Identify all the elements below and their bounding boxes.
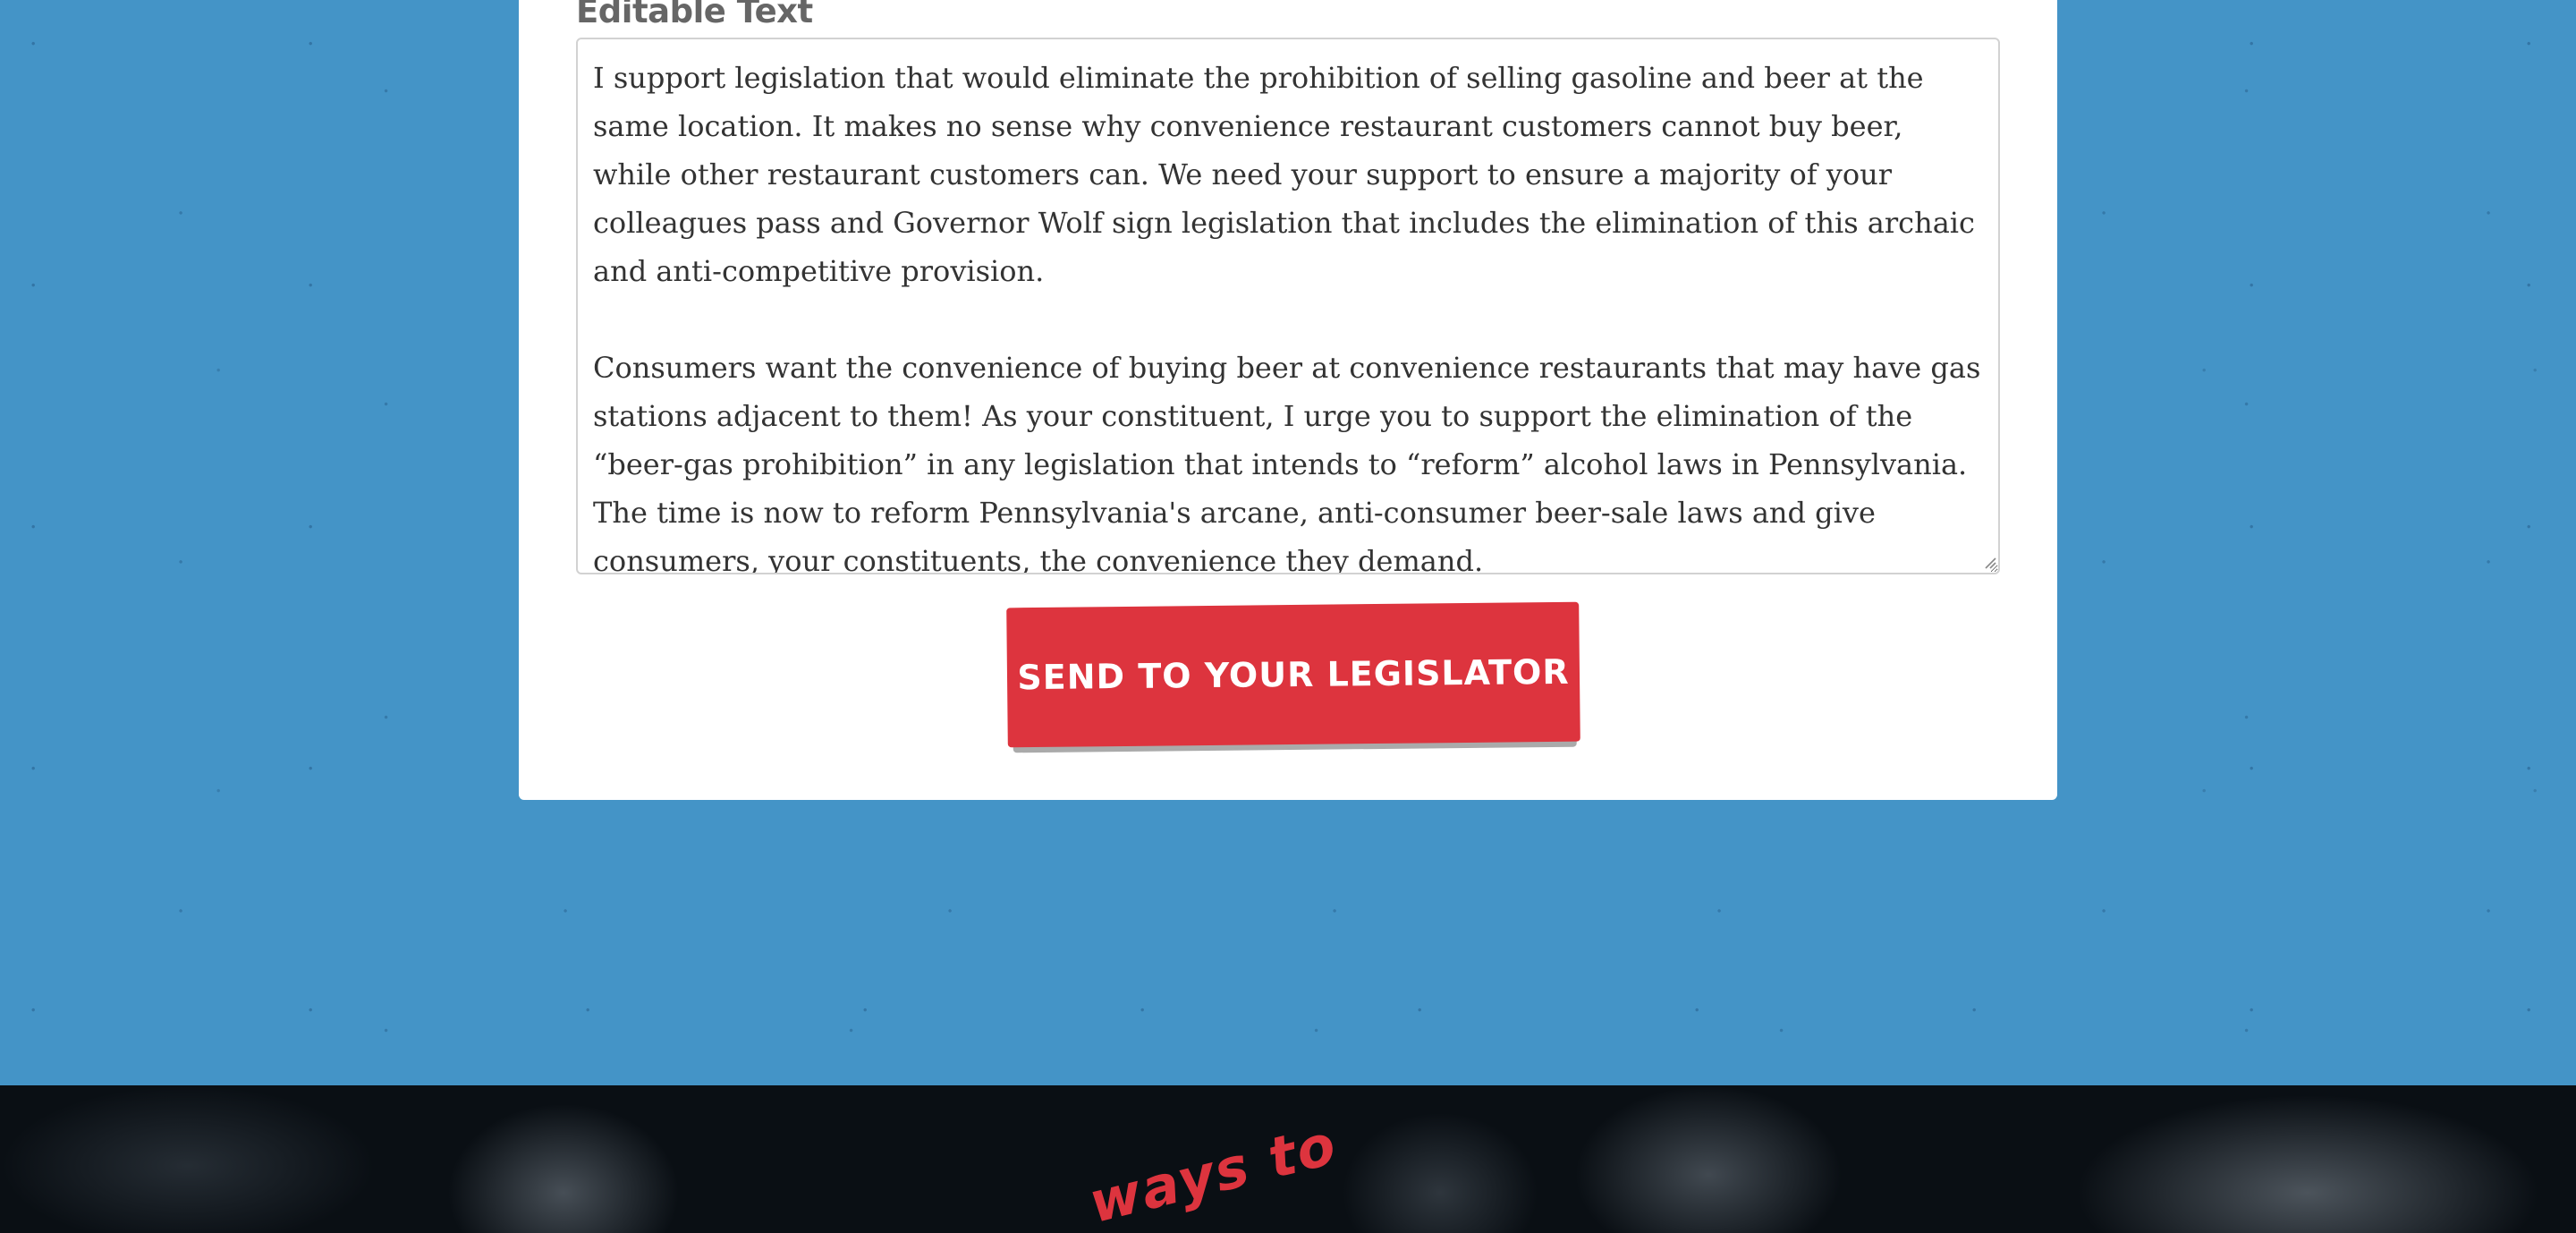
footer-photo-figure (2075, 1094, 2540, 1233)
message-textarea[interactable]: I support legislation that would elimina… (576, 38, 2000, 574)
footer-photo-figure (1342, 1112, 1538, 1233)
footer-photo-figure (1574, 1085, 1843, 1233)
resize-handle-icon[interactable] (1984, 557, 1996, 569)
send-to-legislator-button[interactable]: SEND TO YOUR LEGISLATOR (1006, 601, 1580, 748)
footer-photo-figure (0, 1085, 376, 1233)
footer-photo-figure (447, 1103, 680, 1233)
editable-text-label: Editable Text (576, 0, 813, 30)
